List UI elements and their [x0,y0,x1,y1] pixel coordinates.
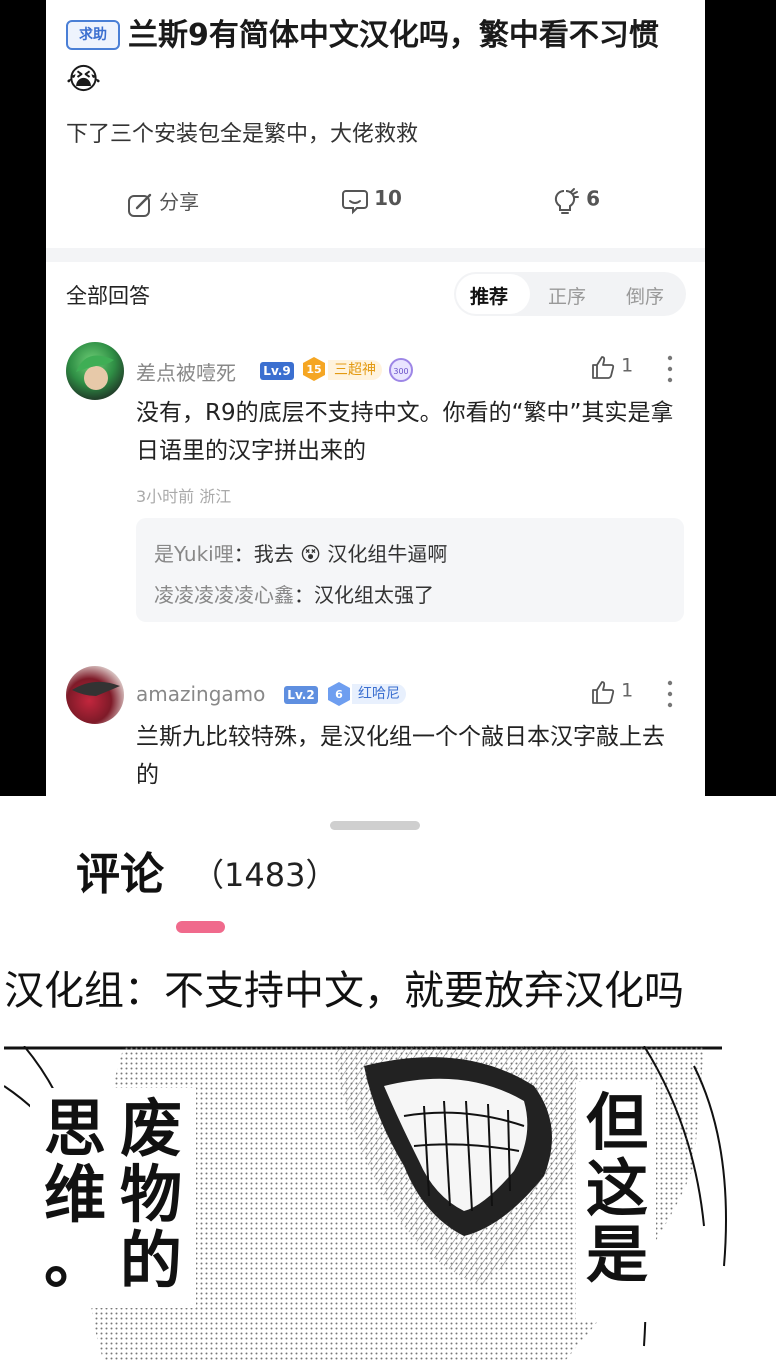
fan-badge-title: 红哈尼 [352,684,406,704]
section-divider [46,248,705,262]
sort-tab-ascending[interactable]: 正序 [548,282,586,309]
thumbs-up-icon [592,356,615,379]
reply-item[interactable]: 凌凌凌凌凌心鑫：汉化组太强了 [154,579,434,608]
meme-caption: 汉化组：不支持中文，就要放弃汉化吗 [4,968,684,1014]
fan-badge-number: 15 [306,363,321,376]
level-badge: Lv.9 [260,362,294,380]
manga-text-right: 但这是 [585,1086,648,1291]
share-icon [128,193,152,217]
post-title: 兰斯9有简体中文汉化吗，繁中看不习惯😭 [66,18,659,97]
like-count: 1 [621,354,634,377]
thumbs-up-icon [592,681,615,704]
share-button[interactable]: 分享 [126,186,199,219]
tab-indicator [176,921,225,933]
like-button[interactable]: 1 [590,679,633,705]
comments-count: （1483） [192,856,338,894]
more-options-icon[interactable] [666,679,674,709]
manga-text-left: 思维。 [43,1092,106,1297]
drag-handle[interactable] [330,821,420,830]
avatar[interactable] [66,342,124,400]
black-margin-right [705,0,776,796]
post-body: 下了三个安装包全是繁中，大佬救救 [66,122,419,147]
manga-panel: 思维。 废物的 但这是 [4,1046,776,1362]
sort-tab-descending[interactable]: 倒序 [626,282,664,309]
fan-badge-number: 6 [335,688,343,701]
like-count: 1 [621,679,634,702]
answer-text: 没有，R9的底层不支持中文。你看的“繁中”其实是拿日语里的汉字拼出来的 [136,400,674,464]
reply-item[interactable]: 是Yuki哩：我去 😵 汉化组牛逼啊 [154,538,447,567]
share-label: 分享 [159,190,200,214]
medal-icon: 300 [388,357,414,383]
reply-text: 汉化组太强了 [314,583,434,607]
like-button[interactable]: 1 [590,354,633,380]
reply-text: 我去 😵 汉化组牛逼啊 [253,542,448,566]
fan-badge-icon: 6 [326,681,352,707]
lightbulb-button[interactable]: 6 [551,186,600,216]
all-answers-title: 全部回答 [66,284,150,308]
comment-icon [342,189,368,214]
sort-tab-recommend[interactable]: 推荐 [470,282,508,309]
fan-badge-title: 三超神 [328,360,382,380]
comment-count: 10 [374,186,402,210]
medal-number: 300 [393,367,408,376]
level-badge: Lv.2 [284,686,318,704]
answer-meta: 3小时前 浙江 [136,487,232,506]
avatar[interactable] [66,666,124,724]
fan-badge-icon: 15 [301,356,327,382]
answer-text: 兰斯九比较特殊，是汉化组一个个敲日本汉字敲上去的 [136,724,665,788]
lightbulb-count: 6 [586,186,601,211]
manga-text-middle: 废物的 [119,1092,182,1297]
lightbulb-icon [554,188,579,214]
comments-title: 评论 [76,849,164,900]
help-tag[interactable]: 求助 [66,20,120,50]
question-post-screenshot: 兰斯9有简体中文汉化吗，繁中看不习惯😭 求助 下了三个安装包全是繁中，大佬救救 … [46,0,705,796]
black-margin-left [0,0,46,796]
answer-username[interactable]: 差点被噎死 [136,357,236,386]
reply-user[interactable]: 是Yuki哩 [154,542,234,566]
more-options-icon[interactable] [666,354,674,384]
reply-user[interactable]: 凌凌凌凌凌心鑫 [154,583,294,607]
comment-button[interactable]: 10 [341,186,402,215]
answer-username[interactable]: amazingamo [136,682,265,706]
